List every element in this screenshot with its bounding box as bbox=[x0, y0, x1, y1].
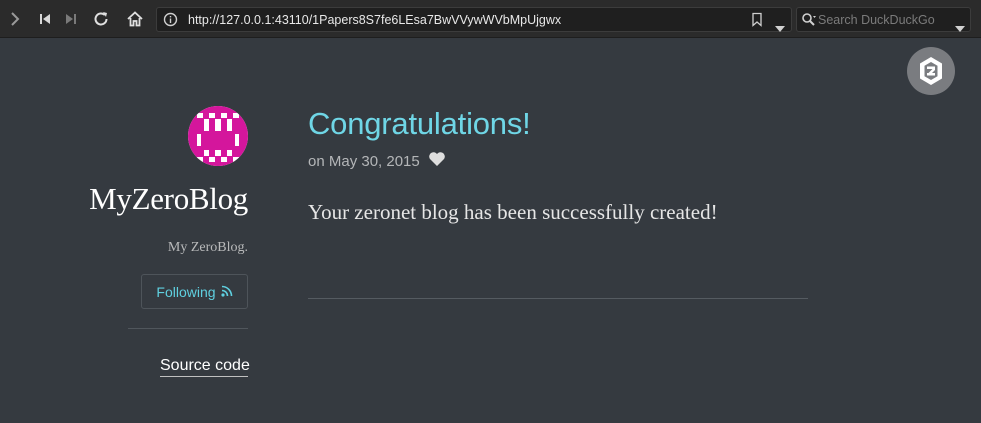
zeronet-menu-button[interactable] bbox=[907, 47, 955, 95]
heart-icon[interactable] bbox=[428, 151, 446, 171]
zeronet-logo-icon bbox=[920, 57, 942, 85]
post-meta: on May 30, 2015 bbox=[308, 151, 446, 171]
forward-button[interactable] bbox=[4, 8, 26, 30]
bookmark-icon[interactable] bbox=[751, 12, 763, 31]
chevron-down-icon[interactable] bbox=[775, 17, 785, 36]
browser-toolbar: http://127.0.0.1:43110/1Papers8S7fe6LEsa… bbox=[0, 0, 981, 38]
address-bar[interactable]: http://127.0.0.1:43110/1Papers8S7fe6LEsa… bbox=[156, 7, 792, 32]
reload-icon bbox=[94, 12, 108, 26]
source-code-link[interactable]: Source code bbox=[160, 357, 250, 377]
skip-forward-icon bbox=[66, 14, 76, 24]
reload-button[interactable] bbox=[90, 8, 112, 30]
follow-button[interactable]: Following bbox=[141, 274, 248, 309]
home-button[interactable] bbox=[124, 8, 146, 30]
chevron-right-icon bbox=[11, 12, 20, 26]
sidebar-divider bbox=[128, 328, 248, 329]
post-title[interactable]: Congratulations! bbox=[308, 106, 531, 142]
avatar[interactable] bbox=[188, 106, 248, 166]
skip-forward-button[interactable] bbox=[60, 8, 82, 30]
follow-button-label: Following bbox=[156, 283, 216, 300]
blog-title[interactable]: MyZeroBlog bbox=[40, 181, 248, 217]
chevron-down-icon[interactable] bbox=[955, 17, 965, 36]
identicon-icon bbox=[188, 106, 248, 166]
search-input[interactable]: Search DuckDuckGo bbox=[818, 13, 935, 27]
info-icon[interactable] bbox=[163, 12, 178, 31]
post-date: on May 30, 2015 bbox=[308, 152, 420, 170]
skip-back-icon bbox=[40, 14, 50, 24]
search-icon bbox=[801, 12, 817, 31]
rss-icon bbox=[220, 284, 233, 300]
home-icon bbox=[127, 11, 143, 27]
blog-description: My ZeroBlog. bbox=[167, 240, 248, 255]
url-text[interactable]: http://127.0.0.1:43110/1Papers8S7fe6LEsa… bbox=[188, 13, 561, 27]
post-divider bbox=[308, 298, 808, 299]
search-bar[interactable]: Search DuckDuckGo bbox=[796, 7, 971, 32]
skip-back-button[interactable] bbox=[34, 8, 56, 30]
post-body: Your zeronet blog has been successfully … bbox=[308, 200, 718, 224]
